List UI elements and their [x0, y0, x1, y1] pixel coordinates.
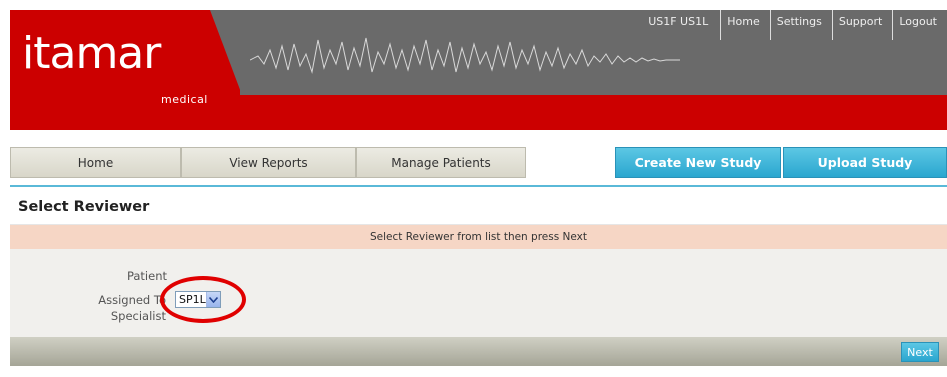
assigned-to-label: Assigned To Specialist: [98, 292, 166, 324]
top-link-support[interactable]: Support: [831, 10, 892, 40]
header-band-edge: [210, 10, 242, 95]
top-navigation: US1F US1L Home Settings Support Logout: [648, 10, 947, 40]
tab-home[interactable]: Home: [10, 147, 181, 178]
patient-label: Patient: [126, 269, 167, 283]
top-link-home[interactable]: Home: [720, 10, 769, 40]
main-navigation: Home View Reports Manage Patients Create…: [10, 147, 947, 180]
action-bar: Next: [10, 337, 947, 366]
top-link-logout[interactable]: Logout: [892, 10, 947, 40]
current-user: US1F US1L: [648, 15, 709, 28]
content-panel: Select Reviewer Select Reviewer from lis…: [10, 187, 947, 366]
create-new-study-button[interactable]: Create New Study: [615, 147, 781, 178]
upload-study-button[interactable]: Upload Study: [783, 147, 947, 178]
tab-view-reports[interactable]: View Reports: [181, 147, 356, 178]
highlight-circle: [160, 276, 246, 323]
next-button[interactable]: Next: [901, 342, 939, 362]
instruction-banner: Select Reviewer from list then press Nex…: [10, 225, 947, 249]
waveform-graphic: [250, 37, 680, 74]
page-title: Select Reviewer: [10, 187, 947, 225]
itamar-logo: itamar: [22, 28, 161, 79]
tab-manage-patients[interactable]: Manage Patients: [356, 147, 526, 178]
top-link-settings[interactable]: Settings: [769, 10, 832, 40]
app-header: itamar medical US1F US1L Home Settings S…: [10, 10, 947, 130]
assigned-label-line1: Assigned To: [98, 293, 166, 307]
assigned-label-line2: Specialist: [110, 309, 166, 323]
logo-subtext: medical: [161, 93, 208, 106]
